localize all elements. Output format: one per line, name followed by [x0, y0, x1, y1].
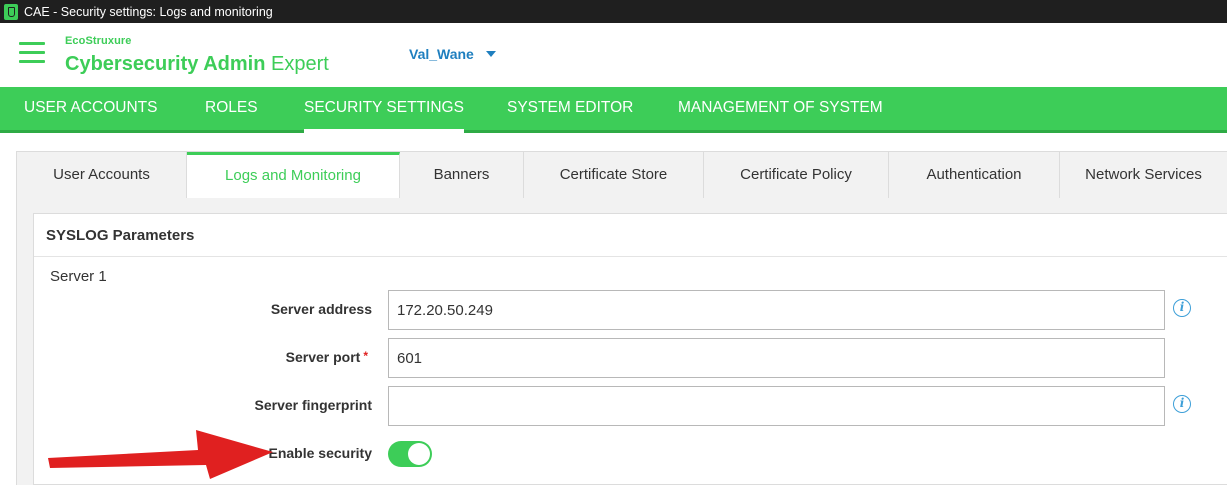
- tab-certificate-policy[interactable]: Certificate Policy: [704, 152, 889, 198]
- toggle-knob: [408, 443, 430, 465]
- tab-logs-and-monitoring[interactable]: Logs and Monitoring: [187, 152, 400, 198]
- settings-tabs: User Accounts Logs and Monitoring Banner…: [17, 152, 1227, 198]
- enable-security-toggle[interactable]: [388, 441, 432, 467]
- tab-authentication[interactable]: Authentication: [889, 152, 1060, 198]
- server-fingerprint-input[interactable]: [388, 386, 1165, 426]
- user-menu[interactable]: Val_Wane: [409, 46, 496, 62]
- app-shield-icon: [4, 3, 18, 20]
- server-port-input[interactable]: [388, 338, 1165, 378]
- nav-roles[interactable]: ROLES: [205, 87, 258, 130]
- nav-user-accounts[interactable]: USER ACCOUNTS: [24, 87, 158, 130]
- red-arrow-annotation: [48, 430, 273, 479]
- panel-title: SYSLOG Parameters: [46, 227, 195, 244]
- app-header: EcoStruxure Cybersecurity Admin Expert V…: [0, 23, 1227, 87]
- server-address-input[interactable]: [388, 290, 1165, 330]
- nav-system-editor[interactable]: SYSTEM EDITOR: [507, 87, 633, 130]
- nav-management-of-system[interactable]: MANAGEMENT OF SYSTEM: [678, 87, 883, 130]
- main-nav: USER ACCOUNTS ROLES SECURITY SETTINGS SY…: [0, 87, 1227, 133]
- product-name: Cybersecurity Admin Expert: [65, 53, 329, 75]
- window-titlebar: CAE - Security settings: Logs and monito…: [0, 0, 1227, 23]
- server-port-label: Server port *: [285, 349, 368, 365]
- panel-header: SYSLOG Parameters: [34, 214, 1227, 257]
- server-fingerprint-label: Server fingerprint: [254, 397, 372, 413]
- info-icon[interactable]: i: [1173, 299, 1191, 317]
- required-asterisk: *: [363, 349, 368, 363]
- user-name: Val_Wane: [409, 46, 474, 62]
- window-title: CAE - Security settings: Logs and monito…: [24, 4, 273, 19]
- chevron-down-icon: [485, 51, 496, 57]
- info-icon[interactable]: i: [1173, 395, 1191, 413]
- tab-certificate-store[interactable]: Certificate Store: [524, 152, 704, 198]
- tab-network-services[interactable]: Network Services: [1060, 152, 1227, 198]
- server-address-label: Server address: [270, 301, 372, 317]
- tab-banners[interactable]: Banners: [400, 152, 524, 198]
- enable-security-label: Enable security: [268, 445, 373, 461]
- hamburger-menu-icon[interactable]: [19, 42, 45, 64]
- tab-user-accounts[interactable]: User Accounts: [17, 152, 187, 198]
- server-group-label: Server 1: [50, 268, 107, 285]
- ecostruxure-logo: EcoStruxure: [65, 35, 132, 47]
- nav-security-settings[interactable]: SECURITY SETTINGS: [304, 87, 464, 133]
